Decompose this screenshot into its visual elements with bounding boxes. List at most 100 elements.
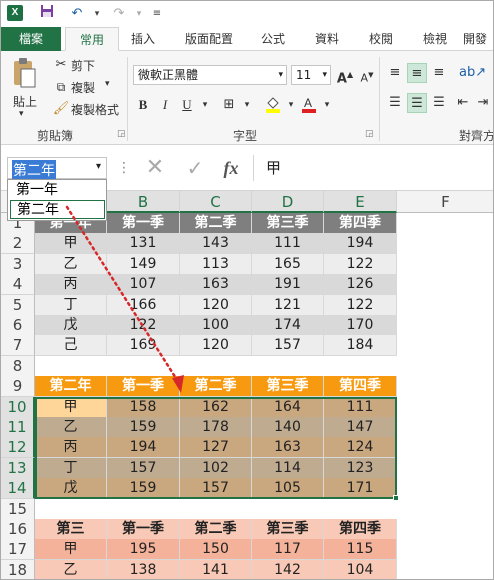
table-cell[interactable]: 164 xyxy=(252,396,324,418)
table-cell[interactable]: 115 xyxy=(324,539,397,561)
table-cell[interactable]: 111 xyxy=(252,233,324,255)
row-header-5[interactable]: 5 xyxy=(1,294,35,316)
paste-dropdown-icon[interactable]: ▾ xyxy=(19,109,24,119)
table-cell[interactable]: 107 xyxy=(107,274,180,296)
table-cell[interactable]: 170 xyxy=(324,315,397,336)
align-left-icon[interactable]: ☰ xyxy=(385,93,405,113)
table-cell[interactable]: 127 xyxy=(180,437,252,459)
row-header-2[interactable]: 2 xyxy=(1,233,35,255)
table-cell[interactable]: 142 xyxy=(252,559,324,579)
table-cell[interactable]: 126 xyxy=(324,274,397,296)
table-cell[interactable]: 己 xyxy=(35,335,107,357)
align-center-icon[interactable]: ☰ xyxy=(407,93,427,113)
row-header-3[interactable]: 3 xyxy=(1,253,35,275)
increase-indent-icon[interactable]: ⇥ xyxy=(473,93,493,113)
enter-icon[interactable]: ✓ xyxy=(179,155,211,181)
table-cell[interactable]: 141 xyxy=(180,559,252,579)
row-header-14[interactable]: 14 xyxy=(1,478,35,500)
align-right-icon[interactable]: ☰ xyxy=(429,93,449,113)
table-cell[interactable]: 163 xyxy=(180,274,252,296)
shrink-font-icon[interactable]: A▼ xyxy=(357,65,377,85)
table-header-cell[interactable]: 第四季 xyxy=(324,213,397,234)
scissors-icon[interactable]: ✂ xyxy=(51,55,71,75)
table-cell[interactable]: 150 xyxy=(180,539,252,561)
table-cell[interactable]: 乙 xyxy=(35,253,107,275)
row-header-6[interactable]: 6 xyxy=(1,315,35,336)
table-cell[interactable]: 123 xyxy=(324,457,397,479)
table-header-cell[interactable]: 第二季 xyxy=(180,376,252,398)
table-cell[interactable]: 104 xyxy=(324,559,397,579)
table-cell[interactable]: 166 xyxy=(107,294,180,316)
redo-dropdown-icon[interactable]: ▾ xyxy=(129,4,149,24)
table-header-cell[interactable]: 第二季 xyxy=(180,519,252,540)
row-header-11[interactable]: 11 xyxy=(1,417,35,438)
column-header-d[interactable]: D xyxy=(252,191,324,213)
name-box[interactable]: 第二年 ▾ xyxy=(7,157,107,180)
active-cell[interactable]: 甲 xyxy=(35,396,107,418)
table-header-cell[interactable]: 第三季 xyxy=(252,213,324,234)
table-header-cell[interactable]: 第一季 xyxy=(107,519,180,540)
table-cell[interactable]: 191 xyxy=(252,274,324,296)
align-top-icon[interactable]: ≡ xyxy=(385,63,405,83)
align-middle-icon[interactable]: ≡ xyxy=(407,63,427,83)
font-size-combo[interactable]: 11 ▾ xyxy=(291,65,331,85)
table-cell[interactable]: 138 xyxy=(107,559,180,579)
table-cell[interactable]: 178 xyxy=(180,417,252,438)
table-cell[interactable]: 174 xyxy=(252,315,324,336)
orientation-icon[interactable]: ab↗ xyxy=(459,63,486,83)
table-cell[interactable]: 157 xyxy=(107,457,180,479)
fill-handle[interactable] xyxy=(393,495,399,501)
tab-data[interactable]: 資料 xyxy=(307,27,347,51)
tab-home[interactable]: 常用 xyxy=(65,27,119,51)
table-header-cell[interactable]: 第三季 xyxy=(252,376,324,398)
table-cell[interactable]: 113 xyxy=(180,253,252,275)
table-cell[interactable]: 184 xyxy=(324,335,397,357)
table-cell[interactable]: 157 xyxy=(252,335,324,357)
table-cell[interactable]: 159 xyxy=(107,478,180,500)
tab-insert[interactable]: 插入 xyxy=(123,27,163,51)
table-header-cell[interactable]: 第四季 xyxy=(324,376,397,398)
customize-qat-icon[interactable]: ≡ xyxy=(147,4,167,24)
grow-font-icon[interactable]: A▲ xyxy=(335,65,355,86)
table-cell[interactable]: 105 xyxy=(252,478,324,500)
dropdown-item-first-year[interactable]: 第一年 xyxy=(10,181,105,200)
table-header-cell[interactable]: 第二季 xyxy=(180,213,252,234)
table-cell[interactable]: 149 xyxy=(107,253,180,275)
table-cell[interactable]: 147 xyxy=(324,417,397,438)
table-cell[interactable]: 乙 xyxy=(35,417,107,438)
font-name-combo[interactable]: 微軟正黑體 ▾ xyxy=(133,65,287,85)
row-header-12[interactable]: 12 xyxy=(1,437,35,459)
table-cell[interactable]: 143 xyxy=(180,233,252,255)
underline-icon[interactable]: U xyxy=(177,95,197,115)
table-cell[interactable]: 122 xyxy=(107,315,180,336)
table-cell[interactable]: 121 xyxy=(252,294,324,316)
underline-dropdown-icon[interactable]: ▾ xyxy=(195,95,215,115)
table-cell[interactable]: 165 xyxy=(252,253,324,275)
clipboard-launcher-icon[interactable]: ◲ xyxy=(117,129,126,139)
row-header-18[interactable]: 18 xyxy=(1,559,35,579)
table-cell[interactable]: 102 xyxy=(180,457,252,479)
tab-review[interactable]: 校閱 xyxy=(361,27,401,51)
undo-dropdown-icon[interactable]: ▾ xyxy=(87,4,107,24)
table-cell[interactable]: 丁 xyxy=(35,457,107,479)
table-cell[interactable]: 乙 xyxy=(35,559,107,579)
paste-button[interactable]: 貼上 xyxy=(13,93,37,110)
tab-file[interactable]: 檔案 xyxy=(1,27,61,51)
font-color-dropdown-icon[interactable]: ▾ xyxy=(317,95,337,115)
table-cell[interactable]: 120 xyxy=(180,335,252,357)
borders-dropdown-icon[interactable]: ▾ xyxy=(237,95,257,115)
table-cell[interactable]: 169 xyxy=(107,335,180,357)
column-header-c[interactable]: C xyxy=(180,191,252,213)
table-cell[interactable]: 114 xyxy=(252,457,324,479)
table-cell[interactable]: 159 xyxy=(107,417,180,438)
table-cell[interactable]: 171 xyxy=(324,478,397,500)
table-cell[interactable]: 丁 xyxy=(35,294,107,316)
worksheet-grid[interactable]: ABCDEF 123456789101112131415161718 第一年第一… xyxy=(1,191,493,579)
decrease-indent-icon[interactable]: ⇤ xyxy=(453,93,473,113)
table-cell[interactable]: 163 xyxy=(252,437,324,459)
tab-page-layout[interactable]: 版面配置 xyxy=(177,27,241,51)
table-cell[interactable]: 195 xyxy=(107,539,180,561)
table-header-cell[interactable]: 第二年 xyxy=(35,376,107,398)
font-launcher-icon[interactable]: ◲ xyxy=(365,129,374,139)
column-header-f[interactable]: F xyxy=(397,191,493,213)
